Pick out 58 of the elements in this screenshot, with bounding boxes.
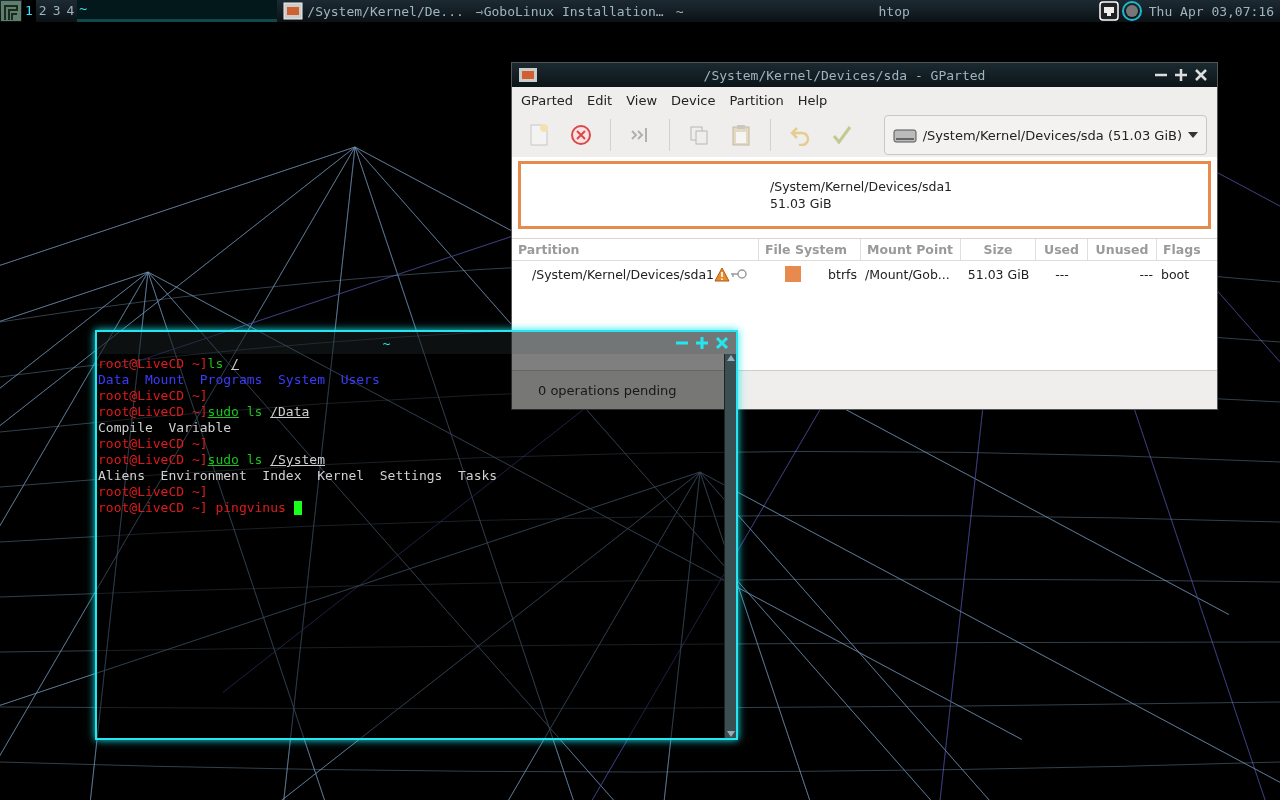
- scroll-down-icon[interactable]: [725, 730, 736, 738]
- partition-size: 51.03 GiB: [770, 195, 833, 212]
- workspace-tab[interactable]: 3: [49, 0, 64, 22]
- menu-item[interactable]: Device: [664, 92, 723, 108]
- checkmark-icon: [831, 124, 853, 146]
- window-title: ~: [382, 335, 391, 351]
- terminal-line: root@LiveCD ~]: [98, 388, 208, 404]
- partition-name: /System/Kernel/Devices/sda1: [770, 178, 954, 195]
- terminal-line: root@LiveCD ~]: [98, 484, 208, 500]
- maximize-icon: [1174, 68, 1188, 82]
- delete-icon: [570, 124, 592, 146]
- workspace-tab[interactable]: 1: [22, 0, 36, 22]
- window-title: /System/Kernel/Devices/sda - GParted: [702, 67, 987, 83]
- disk-app-icon: [283, 2, 304, 20]
- task-button[interactable]: ⇾GoboLinux Installation…: [475, 3, 664, 19]
- terminal-line: root@LiveCD ~]sudo ls /Data: [98, 404, 310, 420]
- terminal-line: root@LiveCD ~]ls /: [98, 356, 239, 372]
- menu-item[interactable]: Edit: [580, 92, 620, 108]
- table-cell-text: 51.03 GiB: [966, 266, 1031, 282]
- close-icon: [1194, 68, 1208, 82]
- terminal-line: root@LiveCD ~] pingvinus: [98, 500, 287, 516]
- scrollbar[interactable]: [724, 354, 736, 738]
- workspace-tab[interactable]: 2: [35, 0, 50, 22]
- menu-item[interactable]: Help: [790, 92, 835, 108]
- table-cell: btrfs: [828, 266, 857, 282]
- status-text: 0 operations pending: [538, 382, 677, 398]
- device-dropdown[interactable]: /System/Kernel/Devices/sda (51.03 GiB): [883, 115, 1207, 155]
- maximize-icon: [695, 336, 709, 350]
- close-icon: [715, 336, 729, 350]
- workspace-tab[interactable]: 4: [63, 0, 78, 22]
- terminal-line: Compile Variable: [98, 420, 232, 436]
- table-cell: /System/Kernel/Devices/sda1: [532, 266, 715, 282]
- new-partition-icon: [528, 123, 550, 147]
- terminal-line: root@LiveCD ~]sudo ls /System: [98, 452, 325, 468]
- clock: Thu Apr 03,07:16: [1147, 3, 1275, 19]
- undo-icon: [789, 124, 811, 146]
- table-cell-text: ---: [1138, 266, 1154, 282]
- partition-block[interactable]: /System/Kernel/Devices/sda1 51.03 GiB: [518, 161, 1211, 229]
- caret-icon: [1188, 132, 1198, 138]
- task-button[interactable]: /System/Kernel/De...: [307, 3, 464, 19]
- task-button[interactable]: ~: [675, 3, 684, 19]
- terminal-line: root@LiveCD ~]: [98, 436, 208, 452]
- active-window-title: ~: [77, 0, 278, 22]
- copy-icon: [688, 124, 710, 146]
- terminal-line: Data Mount Programs System Users: [98, 372, 380, 388]
- network-icon[interactable]: [1098, 1, 1119, 21]
- terminal-line: Aliens Environment Index Kernel Settings Tasks: [98, 468, 498, 484]
- menu-item[interactable]: View: [619, 92, 665, 108]
- disk-app-icon: [518, 67, 538, 83]
- volume-knob-icon[interactable]: [1120, 1, 1143, 21]
- menu-item[interactable]: GParted: [514, 92, 580, 108]
- paste-icon: [730, 123, 752, 147]
- window-title: htop: [878, 3, 910, 19]
- table-cell-text: ---: [1054, 266, 1070, 282]
- table-cell-text: /Mount/Gob...: [864, 266, 951, 282]
- logo-icon[interactable]: [0, 0, 22, 22]
- menu-item[interactable]: Partition: [722, 92, 791, 108]
- table-cell-text: boot: [1160, 266, 1191, 282]
